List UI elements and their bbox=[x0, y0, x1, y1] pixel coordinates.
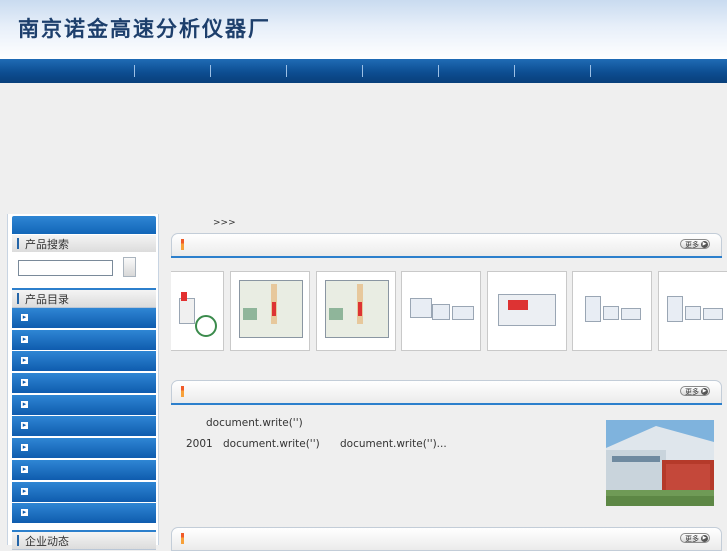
site-header: 南京诺金高速分析仪器厂 bbox=[0, 0, 727, 59]
banner-area bbox=[0, 83, 727, 213]
panel-marker bbox=[181, 239, 184, 250]
product-catalog-title: 产品目录 bbox=[25, 293, 69, 306]
category-item[interactable]: ▸ bbox=[12, 351, 156, 372]
category-item[interactable]: ▸ bbox=[12, 481, 156, 502]
product-image bbox=[585, 296, 601, 322]
product-image bbox=[272, 302, 276, 316]
product-image bbox=[179, 298, 195, 324]
products-panel: 更多 ▶ bbox=[171, 233, 722, 259]
arrow-icon: ▶ bbox=[701, 388, 708, 395]
news-text: document.write('') bbox=[223, 438, 320, 450]
nav-separator bbox=[590, 65, 591, 77]
category-item[interactable]: ▸ bbox=[12, 503, 156, 524]
arrow-icon: ▶ bbox=[701, 241, 708, 248]
news-panel: 更多 ▶ bbox=[171, 380, 722, 406]
nav-separator bbox=[362, 65, 363, 77]
factory-building-image bbox=[606, 420, 714, 506]
more-label: 更多 bbox=[685, 241, 699, 249]
category-item[interactable]: ▸ bbox=[12, 329, 156, 350]
news-title: 企业动态 bbox=[25, 535, 69, 548]
product-thumbnail[interactable] bbox=[316, 271, 396, 351]
third-panel: 更多 ▶ bbox=[171, 527, 722, 551]
category-item[interactable]: ▸ bbox=[12, 416, 156, 437]
arrow-icon: ▸ bbox=[21, 421, 28, 430]
arrow-icon: ▸ bbox=[21, 443, 28, 452]
nav-separator bbox=[514, 65, 515, 77]
product-search-title: 产品搜索 bbox=[25, 238, 69, 251]
heading-marker bbox=[17, 238, 19, 249]
nav-separator bbox=[438, 65, 439, 77]
arrow-icon: ▸ bbox=[21, 313, 28, 321]
news-year: 2001 bbox=[186, 438, 213, 450]
arrow-icon: ▶ bbox=[701, 535, 708, 542]
product-thumbnail[interactable] bbox=[572, 271, 652, 351]
news-link[interactable]: document.write('')... bbox=[340, 438, 447, 450]
search-box bbox=[12, 252, 156, 292]
category-item[interactable]: ▸ bbox=[12, 394, 156, 415]
arrow-icon: ▸ bbox=[21, 464, 28, 473]
sidebar-header-bar bbox=[12, 216, 156, 234]
breadcrumb: >>> bbox=[213, 218, 236, 228]
product-image bbox=[667, 296, 683, 322]
category-item[interactable]: ▸ bbox=[12, 459, 156, 480]
heading-marker bbox=[17, 535, 19, 546]
product-image bbox=[432, 304, 450, 320]
category-item[interactable]: ▸ bbox=[12, 373, 156, 394]
factory-photo bbox=[606, 420, 714, 506]
nav-separator bbox=[286, 65, 287, 77]
panel-marker bbox=[181, 533, 184, 544]
product-image bbox=[685, 306, 701, 320]
product-image bbox=[195, 315, 217, 337]
product-thumbnail[interactable] bbox=[487, 271, 567, 351]
category-item[interactable]: ▸ bbox=[12, 438, 156, 459]
main-nav bbox=[0, 59, 727, 83]
product-image bbox=[358, 302, 362, 316]
sidebar: 产品搜索 产品目录 ▸ ▸ ▸ ▸ ▸ ▸ ▸ ▸ ▸ ▸ 企业动态 bbox=[7, 214, 159, 550]
product-thumbnail[interactable] bbox=[658, 271, 727, 351]
product-image bbox=[621, 308, 641, 320]
news-panel-header: 更多 ▶ bbox=[171, 380, 722, 404]
more-label: 更多 bbox=[685, 388, 699, 396]
product-thumbnail[interactable] bbox=[171, 271, 224, 351]
product-image bbox=[703, 308, 723, 320]
more-label: 更多 bbox=[685, 535, 699, 543]
nav-separator bbox=[210, 65, 211, 77]
site-title: 南京诺金高速分析仪器厂 bbox=[18, 17, 271, 41]
arrow-icon: ▸ bbox=[21, 378, 28, 387]
product-search-heading: 产品搜索 bbox=[12, 235, 156, 253]
nav-separator bbox=[134, 65, 135, 77]
arrow-icon: ▸ bbox=[21, 334, 28, 343]
arrow-icon: ▸ bbox=[21, 486, 28, 495]
divider bbox=[171, 256, 722, 258]
panel-marker bbox=[181, 386, 184, 397]
product-image bbox=[181, 292, 187, 301]
products-panel-header: 更多 ▶ bbox=[171, 233, 722, 257]
product-catalog-heading: 产品目录 bbox=[12, 290, 156, 308]
heading-marker bbox=[17, 293, 19, 304]
product-image bbox=[243, 308, 257, 320]
arrow-icon: ▸ bbox=[21, 508, 28, 517]
category-item[interactable]: ▸ bbox=[12, 308, 156, 328]
third-more-button[interactable]: 更多 ▶ bbox=[680, 533, 710, 543]
divider bbox=[171, 403, 722, 405]
arrow-icon: ▸ bbox=[21, 356, 28, 365]
category-list: ▸ ▸ ▸ ▸ ▸ ▸ ▸ ▸ ▸ ▸ bbox=[12, 308, 156, 525]
third-panel-header: 更多 ▶ bbox=[171, 527, 722, 551]
arrow-icon: ▸ bbox=[21, 399, 28, 408]
search-button[interactable] bbox=[123, 257, 136, 277]
product-thumbnail[interactable] bbox=[230, 271, 310, 351]
product-image bbox=[498, 294, 556, 326]
product-image bbox=[329, 308, 343, 320]
product-image bbox=[452, 306, 474, 320]
products-more-button[interactable]: 更多 ▶ bbox=[680, 239, 710, 249]
product-image bbox=[410, 298, 432, 318]
news-heading: 企业动态 bbox=[12, 530, 156, 550]
news-text: document.write('') bbox=[206, 417, 303, 429]
search-input[interactable] bbox=[18, 260, 113, 276]
news-more-button[interactable]: 更多 ▶ bbox=[680, 386, 710, 396]
product-image bbox=[508, 300, 528, 310]
product-thumbnail[interactable] bbox=[401, 271, 481, 351]
product-image bbox=[603, 306, 619, 320]
